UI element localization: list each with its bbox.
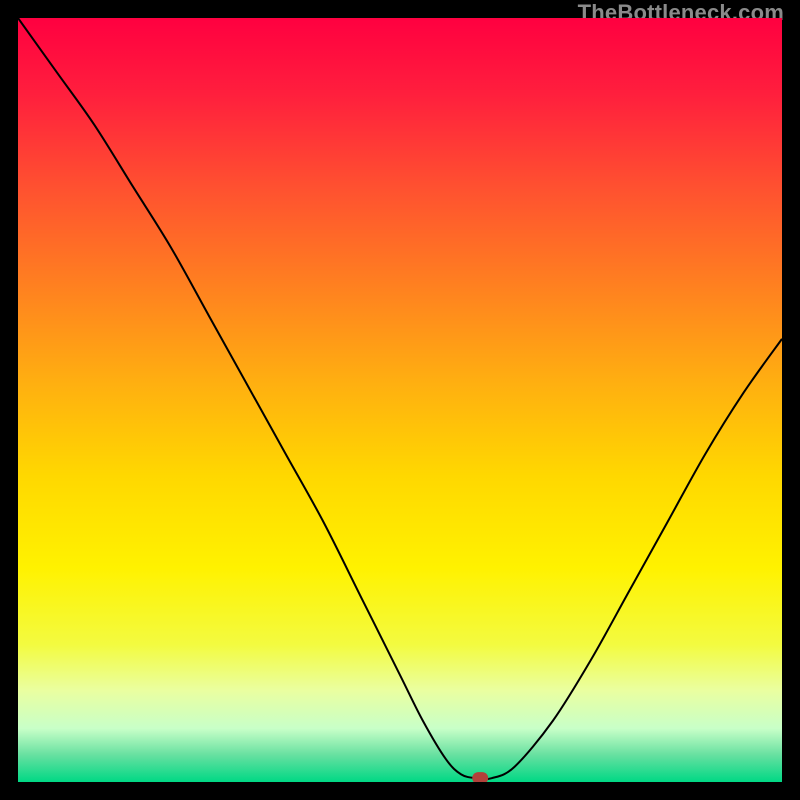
plot-area — [18, 18, 782, 782]
gradient-background — [18, 18, 782, 782]
outer-frame: TheBottleneck.com — [0, 0, 800, 800]
optimal-marker — [472, 772, 488, 782]
chart-svg — [18, 18, 782, 782]
